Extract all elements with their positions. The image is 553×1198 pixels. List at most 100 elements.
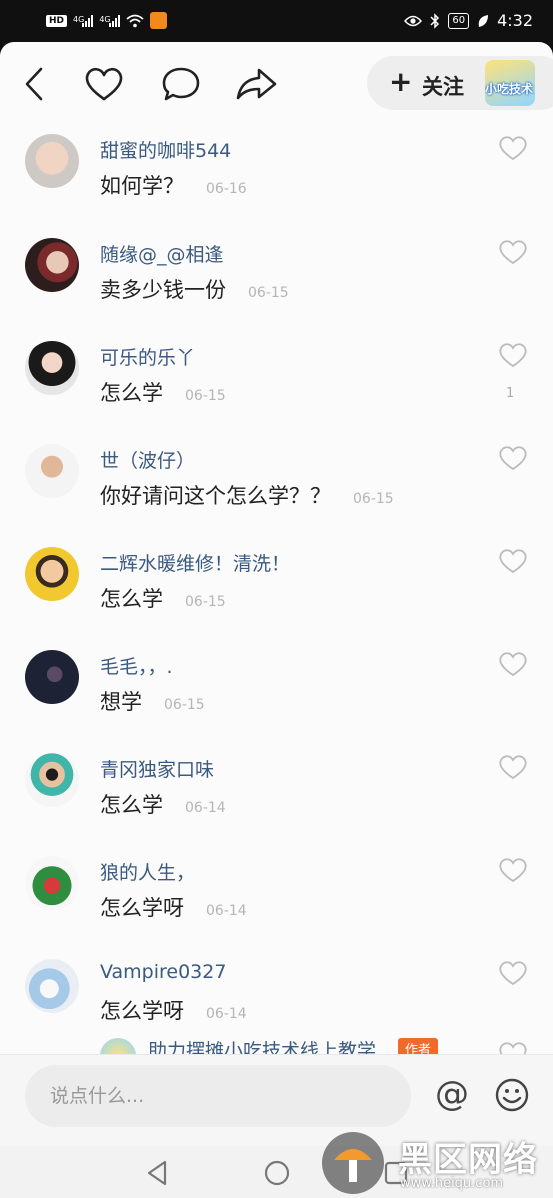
comment-item: 毛毛，，. 想学 06-15 [0,650,553,753]
avatar[interactable] [25,650,79,704]
nav-home-icon[interactable] [262,1158,292,1188]
comment-date: 06-15 [185,388,226,404]
avatar[interactable] [25,238,79,292]
comment-item: 二辉水暖维修！清洗！ 怎么学 06-15 [0,547,553,650]
comment-input[interactable] [25,1065,411,1127]
comment-author[interactable]: 随缘@_@相逢 [100,240,224,267]
comment-item: 狼的人生， 怎么学呀 06-14 [0,856,553,959]
comment-like-icon[interactable] [498,547,528,575]
comment-date: 06-15 [185,594,226,610]
watermark: 黑区网络 www.heiqu.com [318,1128,553,1198]
avatar[interactable] [25,547,79,601]
follow-button[interactable]: + 关注 小吃技术 [367,56,553,110]
comment-author[interactable]: 二辉水暖维修！清洗！ [100,549,290,576]
app-notification-icon [149,12,167,29]
comment-text: 卖多少钱一份 [100,278,226,302]
comment-text: 怎么学 [100,793,163,817]
like-count: 1 [506,386,515,401]
comment-bubble-icon [162,67,200,101]
avatar[interactable] [25,341,79,395]
comment-like-icon[interactable] [498,341,528,369]
comment-like-icon[interactable] [498,959,528,987]
comment-text: 怎么学 [100,587,163,611]
comment-author[interactable]: 狼的人生， [100,858,195,885]
comment-body: 卖多少钱一份 06-15 [100,274,289,304]
avatar[interactable] [25,753,79,807]
signal-icon-2: 4G [99,14,120,27]
comment-like-icon[interactable] [498,856,528,884]
comment-author[interactable]: 毛毛，，. [100,652,173,679]
comment-date: 06-14 [185,800,226,816]
heart-icon [85,67,123,101]
watermark-url: www.heiqu.com [400,1176,504,1191]
author-badge: 作者 [398,1038,439,1054]
signal-icon: 4G [73,14,94,27]
comment-like-icon[interactable] [498,753,528,781]
comment-body: 你好请问这个怎么学？？ 06-15 [100,480,394,510]
leaf-icon [478,14,489,27]
comment-like-icon[interactable] [498,444,528,472]
comment-author[interactable]: 世（波仔） [100,446,195,473]
author-avatar-text: 小吃技术 [485,82,534,96]
comment-like-icon[interactable] [498,134,528,162]
comment-text: 如何学？ [100,174,184,198]
comment-panel: + 关注 小吃技术 甜蜜的咖啡544 如何学？ 06-16 随缘@_@相逢 卖多少… [0,42,553,1198]
comment-item: 甜蜜的咖啡544 如何学？ 06-16 [0,134,553,237]
comment-body: 想学 06-15 [100,686,205,716]
avatar[interactable] [25,444,79,498]
comment-body: 怎么学 06-14 [100,789,226,819]
comment-item: 随缘@_@相逢 卖多少钱一份 06-15 [0,238,553,341]
plus-icon: + [389,65,413,98]
comment-body: 怎么学呀 06-14 [100,892,247,922]
back-arrow-icon [25,67,43,101]
comment-item: 可乐的乐丫 怎么学 06-15 1 [0,341,553,444]
comment-date: 06-16 [206,181,247,197]
bluetooth-icon [430,12,440,29]
comment-author[interactable]: 可乐的乐丫 [100,343,195,370]
author-avatar[interactable]: 小吃技术 [485,60,535,106]
share-arrow-icon [236,68,277,100]
comment-like-icon[interactable] [498,1040,528,1054]
comment-author[interactable]: 助力摆摊小吃技术线上教学 [148,1036,376,1054]
comment-item: 青冈独家口味 怎么学 06-14 [0,753,553,856]
comment-body: 怎么学 06-15 [100,583,226,613]
clock: 4:32 [497,11,533,30]
author-reply-preview: 助力摆摊小吃技术线上教学 作者 [0,1034,553,1054]
comment-like-icon[interactable] [498,238,528,266]
comment-text: 想学 [100,690,142,714]
follow-label: 关注 [422,75,464,99]
comment-date: 06-15 [164,697,205,713]
avatar[interactable] [100,1038,136,1054]
share-button[interactable] [235,62,279,106]
hd-badge: HD [46,14,68,27]
comment-text: 怎么学呀 [100,896,184,920]
emoji-icon[interactable] [494,1077,530,1113]
comment-author[interactable]: 青冈独家口味 [100,755,214,782]
top-bar: + 关注 小吃技术 [0,42,553,130]
watermark-logo-icon [322,1132,384,1194]
comment-date: 06-15 [353,491,394,507]
nav-back-icon[interactable] [143,1158,173,1188]
comment-date: 06-14 [206,1006,247,1022]
comment-text: 你好请问这个怎么学？？ [100,484,331,508]
comment-item: 世（波仔） 你好请问这个怎么学？？ 06-15 [0,444,553,547]
comment-author[interactable]: Vampire0327 [100,961,226,983]
avatar[interactable] [25,959,79,1013]
battery-indicator: 60 [448,12,470,29]
comment-date: 06-15 [248,285,289,301]
back-button[interactable] [12,62,56,106]
watermark-title: 黑区网络 [398,1140,538,1180]
like-post-button[interactable] [82,62,126,106]
avatar[interactable] [25,856,79,910]
mention-at-icon[interactable]: @ [435,1077,469,1111]
eye-comfort-icon [404,15,423,26]
comment-like-icon[interactable] [498,650,528,678]
comment-text: 怎么学呀 [100,999,184,1023]
comment-button[interactable] [159,62,203,106]
comment-text: 怎么学 [100,381,163,405]
comment-date: 06-14 [206,903,247,919]
avatar[interactable] [25,134,79,188]
wifi-icon [126,14,144,27]
comment-author[interactable]: 甜蜜的咖啡544 [100,136,231,163]
comment-body: 如何学？ 06-16 [100,170,247,200]
